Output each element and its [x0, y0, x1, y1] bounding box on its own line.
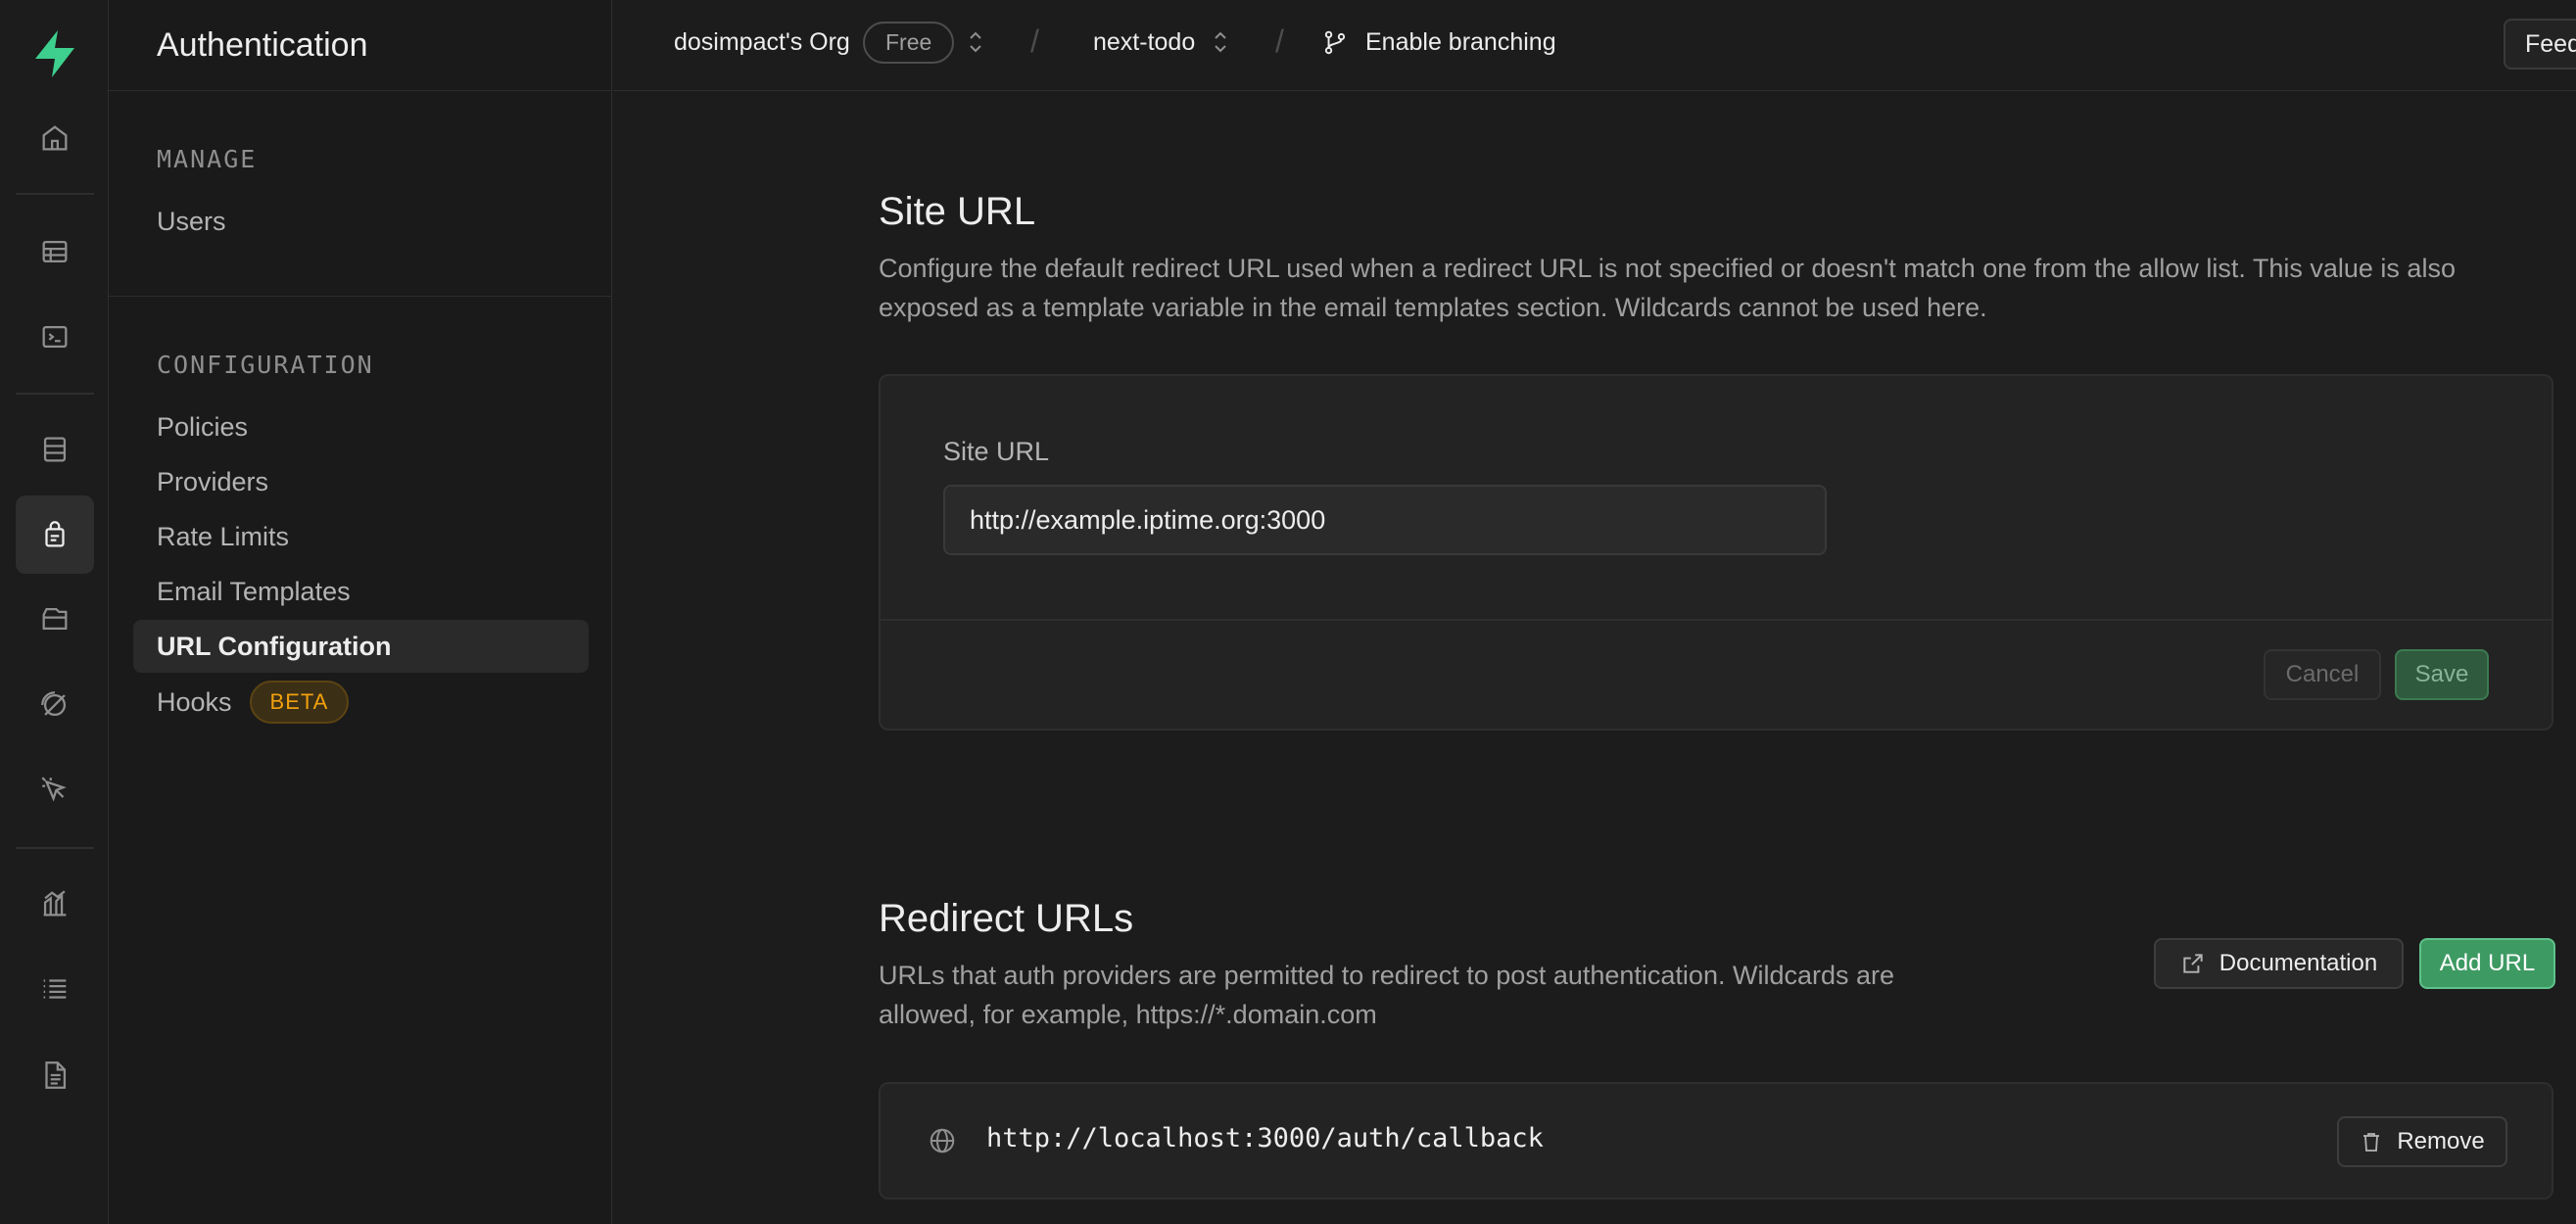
nav-item-label: Hooks: [157, 686, 232, 717]
edge-functions-icon[interactable]: [16, 751, 94, 829]
trash-icon: [2363, 1133, 2380, 1152]
chevrons-up-down-icon[interactable]: [968, 29, 983, 55]
project-selector[interactable]: next-todo: [1093, 28, 1195, 57]
top-bar: dosimpact's Org Free / next-todo / Enabl…: [613, 0, 2576, 91]
main-content: Site URL Configure the default redirect …: [613, 92, 2576, 1224]
enable-branching-button[interactable]: Enable branching: [1365, 28, 1556, 57]
save-button[interactable]: Save: [2395, 649, 2489, 700]
documentation-label: Documentation: [2218, 950, 2378, 976]
description-line: allowed, for example, https://*.domain.c…: [879, 1000, 1377, 1029]
plan-badge: Free: [863, 22, 955, 64]
panel-divider: [881, 619, 2552, 621]
nav-item-providers[interactable]: Providers: [133, 455, 589, 508]
sql-editor-icon[interactable]: [16, 298, 94, 376]
nav-item-label: Rate Limits: [157, 521, 290, 551]
auth-sidebar: Authentication MANAGE Users CONFIGURATIO…: [109, 0, 612, 1224]
storage-icon[interactable]: [16, 580, 94, 658]
site-url-panel: Site URL Cancel Save: [879, 374, 2553, 730]
nav-item-label: Providers: [157, 466, 269, 496]
site-url-input[interactable]: [943, 485, 1827, 555]
remove-label: Remove: [2397, 1128, 2485, 1154]
sidebar-title: Authentication: [157, 25, 368, 64]
logs-icon[interactable]: [16, 950, 94, 1028]
nav-item-label: Users: [157, 206, 226, 236]
nav-item-label: Policies: [157, 411, 249, 442]
database-icon[interactable]: [16, 410, 94, 489]
nav-item-label: URL Configuration: [157, 631, 392, 661]
nav-item-hooks[interactable]: Hooks BETA: [133, 676, 589, 729]
nav-item-label: Email Templates: [157, 576, 351, 606]
home-icon[interactable]: [16, 99, 94, 177]
icon-rail: [0, 0, 109, 1224]
reports-icon[interactable]: [16, 865, 94, 943]
breadcrumb-separator: /: [1275, 24, 1284, 59]
description-line: URLs that auth providers are permitted t…: [879, 961, 1895, 990]
redirect-url-row: http://localhost:3000/auth/callback Remo…: [879, 1082, 2553, 1200]
nav-item-users[interactable]: Users: [133, 195, 589, 248]
chevrons-up-down-icon[interactable]: [1213, 29, 1228, 55]
authentication-icon[interactable]: [16, 495, 94, 574]
description-line: exposed as a template variable in the em…: [879, 293, 1987, 322]
external-link-icon: [2183, 954, 2203, 973]
description-line: Configure the default redirect URL used …: [879, 254, 2456, 283]
add-url-button[interactable]: Add URL: [2419, 938, 2555, 989]
nav-item-url-configuration[interactable]: URL Configuration: [133, 620, 589, 673]
sidebar-header: Authentication: [109, 0, 611, 91]
nav-item-rate-limits[interactable]: Rate Limits: [133, 510, 589, 563]
site-url-description: Configure the default redirect URL used …: [879, 249, 2563, 327]
org-selector[interactable]: dosimpact's Org: [674, 28, 850, 57]
section-label-configuration: CONFIGURATION: [157, 351, 374, 379]
docs-icon[interactable]: [16, 1036, 94, 1114]
cancel-button[interactable]: Cancel: [2264, 649, 2381, 700]
feedback-button[interactable]: Feed: [2504, 19, 2576, 70]
nav-item-email-templates[interactable]: Email Templates: [133, 565, 589, 618]
beta-badge: BETA: [249, 681, 350, 724]
breadcrumb-separator: /: [1030, 24, 1039, 59]
nav-item-policies[interactable]: Policies: [133, 400, 589, 453]
site-url-field-label: Site URL: [943, 437, 1050, 466]
logo-icon[interactable]: [27, 26, 82, 81]
remove-url-button[interactable]: Remove: [2337, 1116, 2507, 1167]
redirect-urls-description: URLs that auth providers are permitted t…: [879, 956, 2015, 1034]
table-editor-icon[interactable]: [16, 212, 94, 291]
git-branch-icon: [1322, 29, 1348, 57]
sidebar-divider: [109, 296, 612, 297]
globe-icon: [928, 1126, 957, 1155]
site-url-title: Site URL: [879, 190, 1036, 233]
realtime-icon[interactable]: [16, 666, 94, 744]
redirect-urls-title: Redirect URLs: [879, 897, 1134, 940]
section-label-manage: MANAGE: [157, 145, 258, 173]
documentation-button[interactable]: Documentation: [2154, 938, 2404, 989]
redirect-url-text: http://localhost:3000/auth/callback: [986, 1123, 1544, 1153]
